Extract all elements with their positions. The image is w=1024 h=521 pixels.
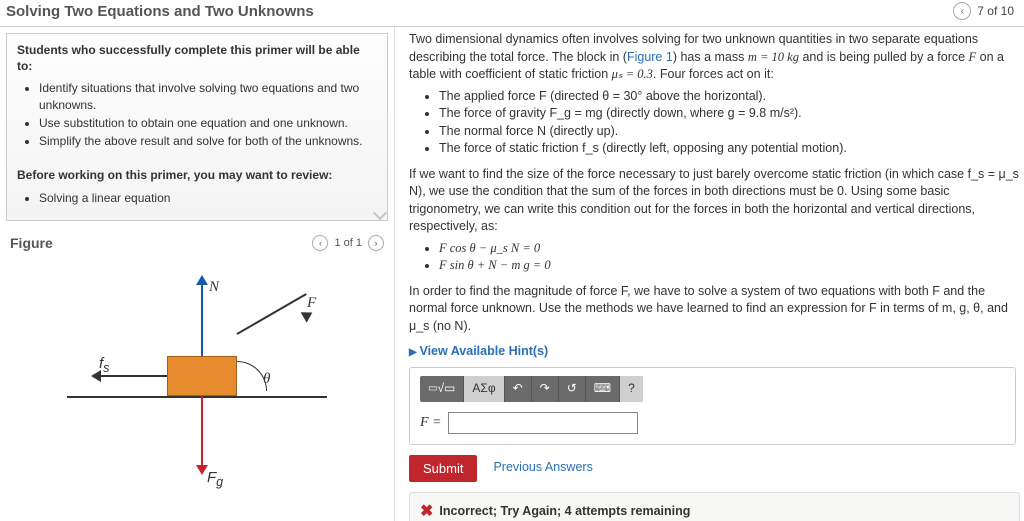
prev-page-button[interactable]: ‹ [953, 2, 971, 20]
list-item: Solving a linear equation [39, 190, 377, 206]
figure-next-button[interactable]: › [368, 235, 384, 251]
incorrect-icon: ✖ [420, 501, 433, 521]
page-title: Solving Two Equations and Two Unknowns [6, 3, 314, 20]
content-panel: Two dimensional dynamics often involves … [395, 27, 1024, 521]
problem-paragraph-3: In order to find the magnitude of force … [409, 283, 1020, 336]
figure-page-indicator: 1 of 1 [334, 237, 362, 249]
label-theta: θ [263, 371, 270, 388]
feedback-box: ✖ Incorrect; Try Again; 4 attempts remai… [409, 492, 1020, 521]
answer-input[interactable] [448, 412, 638, 434]
page-header: Solving Two Equations and Two Unknowns ‹… [0, 0, 1024, 27]
label-Fg: Fg [207, 469, 223, 489]
figure-canvas: N F fs Fg θ [67, 261, 327, 491]
list-item: Identify situations that involve solving… [39, 80, 377, 112]
review-lead: Before working on this primer, you may w… [17, 168, 332, 182]
toolbar-reset-button[interactable]: ↺ [559, 376, 586, 402]
previous-answers-link[interactable]: Previous Answers [493, 459, 592, 477]
list-item: Simplify the above result and solve for … [39, 133, 377, 149]
label-fs: fs [99, 355, 109, 375]
objectives-box: Students who successfully complete this … [6, 33, 388, 221]
normal-force-arrow [201, 281, 203, 356]
equation: F cos θ − μ_s N = 0 [439, 240, 1020, 258]
list-item: The force of static friction f_s (direct… [439, 140, 1020, 158]
equations-list: F cos θ − μ_s N = 0 F sin θ + N − m g = … [439, 240, 1020, 275]
toolbar-undo-button[interactable]: ↶ [505, 376, 532, 402]
label-F: F [307, 295, 316, 312]
toolbar-redo-button[interactable]: ↷ [532, 376, 559, 402]
list-item: The applied force F (directed θ = 30° ab… [439, 88, 1020, 106]
figure-pager: ‹ 1 of 1 › [312, 235, 384, 251]
list-item: The force of gravity F_g = mg (directly … [439, 105, 1020, 123]
equation-toolbar: ▭▭√√▭ ΑΣφ ↶ ↷ ↺ ⌨ ? [420, 376, 643, 402]
toolbar-keyboard-button[interactable]: ⌨ [586, 376, 620, 402]
view-hints-toggle[interactable]: View Available Hint(s) [409, 343, 1020, 361]
review-list: Solving a linear equation [39, 190, 377, 206]
feedback-title: Incorrect; Try Again; 4 attempts remaini… [439, 503, 690, 521]
friction-force-arrow [97, 375, 167, 377]
list-item: The normal force N (directly up). [439, 123, 1020, 141]
problem-paragraph-1: Two dimensional dynamics often involves … [409, 31, 1020, 84]
answer-label: F = [420, 413, 442, 433]
label-N: N [209, 279, 219, 296]
scroll-indicator-icon[interactable] [373, 206, 387, 220]
figure-title: Figure [10, 235, 53, 251]
block-shape [167, 356, 237, 396]
answer-box: ▭▭√√▭ ΑΣφ ↶ ↷ ↺ ⌨ ? F = [409, 367, 1016, 445]
figure-prev-button[interactable]: ‹ [312, 235, 328, 251]
left-panel: Students who successfully complete this … [0, 27, 395, 521]
page-nav: ‹ 7 of 10 [953, 2, 1014, 20]
gravity-force-arrow [201, 396, 203, 471]
arrowhead-icon [196, 275, 208, 285]
objectives-list: Identify situations that involve solving… [39, 80, 377, 149]
objectives-lead: Students who successfully complete this … [17, 43, 360, 73]
problem-paragraph-2: If we want to find the size of the force… [409, 166, 1020, 236]
toolbar-templates-button[interactable]: ▭▭√√▭ [420, 376, 464, 402]
figure-link[interactable]: Figure 1 [627, 50, 673, 64]
toolbar-help-button[interactable]: ? [620, 376, 643, 402]
forces-list: The applied force F (directed θ = 30° ab… [439, 88, 1020, 158]
applied-force-arrow [237, 293, 307, 335]
ground-line [67, 396, 327, 398]
toolbar-greek-button[interactable]: ΑΣφ [464, 376, 504, 402]
page-indicator: 7 of 10 [977, 4, 1014, 18]
submit-button[interactable]: Submit [409, 455, 477, 482]
equation: F sin θ + N − m g = 0 [439, 257, 1020, 275]
list-item: Use substitution to obtain one equation … [39, 115, 377, 131]
